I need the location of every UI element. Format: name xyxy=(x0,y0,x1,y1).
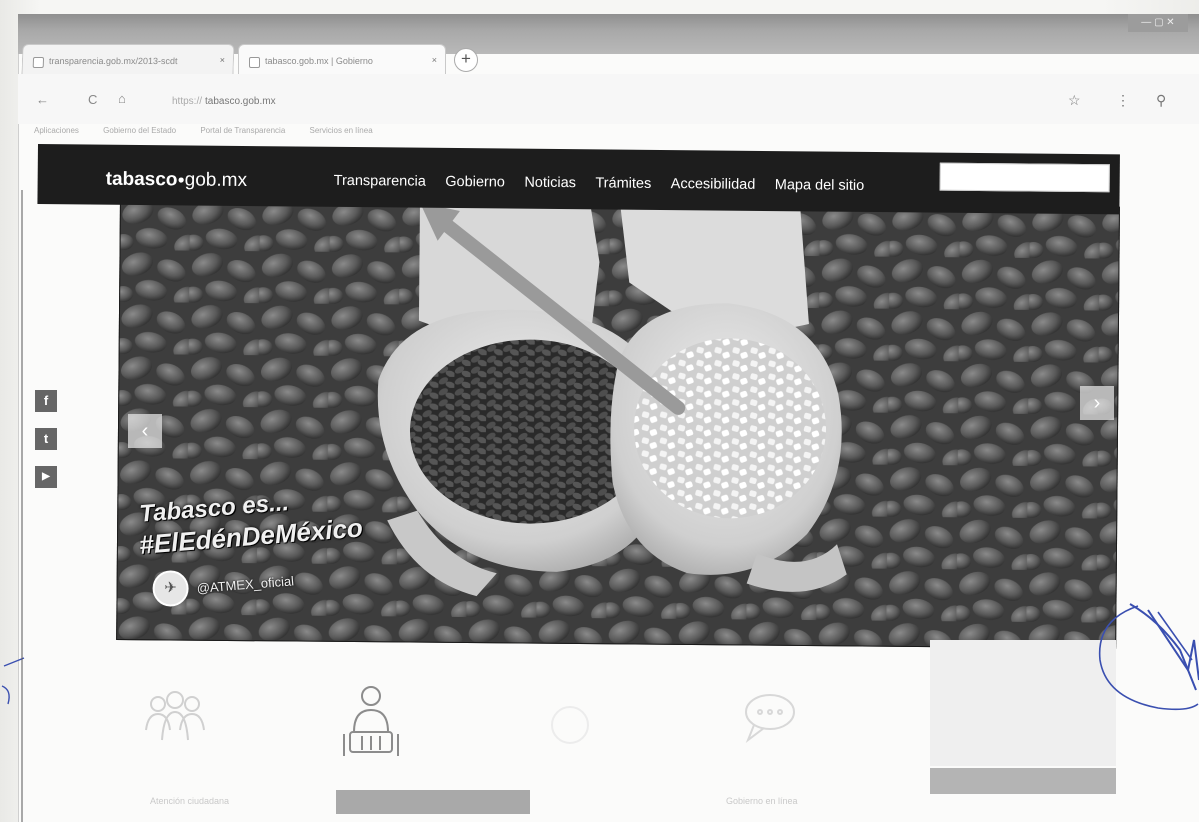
service-highlight-bar[interactable] xyxy=(336,790,530,814)
window-controls[interactable]: — ▢ ✕ xyxy=(1128,14,1188,32)
nav-transparencia[interactable]: Transparencia xyxy=(334,173,426,190)
twitter-icon[interactable]: t xyxy=(35,428,57,450)
nav-mapa-del-sitio[interactable]: Mapa del sitio xyxy=(775,177,865,194)
tab-title: transparencia.gob.mx/2013-scdt xyxy=(48,56,178,66)
service-highlight-bar[interactable] xyxy=(930,768,1116,794)
carousel-prev-button[interactable]: ‹ xyxy=(128,414,162,448)
menu-icon[interactable]: ⋮ xyxy=(1116,92,1130,109)
pen-scribble xyxy=(1098,603,1199,711)
browser-tab-2[interactable]: tabasco.gob.mx | Gobierno × xyxy=(238,44,446,74)
bird-logo-icon: ✈ xyxy=(152,570,189,607)
profile-icon[interactable]: ⚲ xyxy=(1156,92,1166,109)
nav-noticias[interactable]: Noticias xyxy=(524,175,576,191)
bookmark-item[interactable]: Aplicaciones xyxy=(34,126,79,135)
main-nav: Transparencia Gobierno Noticias Trámites… xyxy=(334,172,880,195)
site-header: tabasco●gob.mx Transparencia Gobierno No… xyxy=(37,144,1120,215)
tab-favicon-icon xyxy=(32,57,45,68)
nav-tramites[interactable]: Trámites xyxy=(595,175,651,192)
people-icon[interactable] xyxy=(140,690,210,750)
carousel-next-button[interactable]: › xyxy=(1080,386,1114,420)
nav-accesibilidad[interactable]: Accesibilidad xyxy=(671,176,756,193)
browser-tab-1[interactable]: transparencia.gob.mx/2013-scdt × xyxy=(21,44,235,74)
reload-icon[interactable]: C xyxy=(88,92,97,107)
home-icon[interactable]: ⌂ xyxy=(118,91,126,106)
site-search-input[interactable] xyxy=(939,162,1110,193)
chat-icon[interactable] xyxy=(740,690,800,746)
tab-close-icon[interactable]: × xyxy=(432,55,437,65)
address-bar[interactable]: tabasco.gob.mx xyxy=(205,96,276,107)
url-prefix: https:// xyxy=(172,96,203,107)
page-left-edge-line xyxy=(21,190,23,822)
bookmark-item[interactable]: Gobierno del Estado xyxy=(103,126,176,135)
blank-icon[interactable] xyxy=(540,700,600,750)
hero-banner[interactable]: Tabasco es... #ElEdénDeMéxico ✈ @ATMEX_o… xyxy=(116,198,1120,649)
tab-title: tabasco.gob.mx | Gobierno xyxy=(265,56,373,66)
person-icon[interactable] xyxy=(336,684,406,760)
logo-domain-text: gob.mx xyxy=(184,169,248,192)
bookmark-item[interactable]: Servicios en línea xyxy=(310,126,373,135)
bookmark-item[interactable]: Portal de Transparencia xyxy=(200,126,285,135)
new-tab-button[interactable]: + xyxy=(454,48,478,72)
star-icon[interactable]: ☆ xyxy=(1068,92,1081,109)
back-icon[interactable]: ← xyxy=(36,92,49,107)
logo-bold-text: tabasco xyxy=(105,168,178,191)
tab-favicon-icon xyxy=(249,57,260,68)
bookmarks-bar: Aplicaciones Gobierno del Estado Portal … xyxy=(34,126,734,140)
site-logo[interactable]: tabasco●gob.mx xyxy=(106,169,248,192)
service-label[interactable]: Atención ciudadana xyxy=(150,796,229,806)
youtube-icon[interactable]: ▶ xyxy=(35,466,57,488)
nav-gobierno[interactable]: Gobierno xyxy=(445,174,505,191)
facebook-icon[interactable]: f xyxy=(35,390,57,412)
tab-close-icon[interactable]: × xyxy=(220,55,226,65)
service-label[interactable]: Gobierno en línea xyxy=(726,796,798,806)
